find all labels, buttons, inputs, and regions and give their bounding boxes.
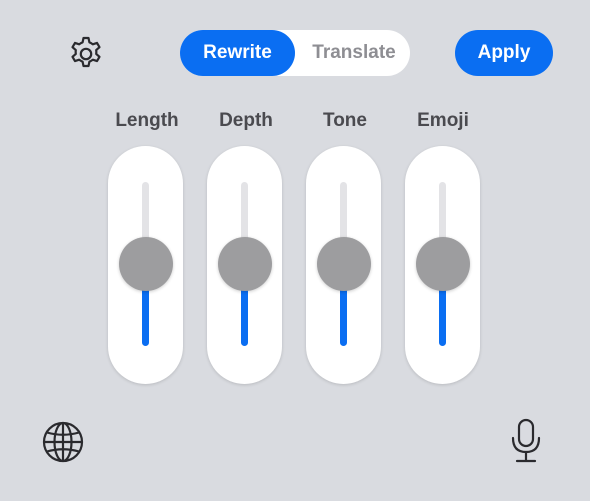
slider-label-depth: Depth	[219, 110, 273, 131]
apply-button[interactable]: Apply	[455, 30, 553, 76]
slider-label-length: Length	[115, 110, 179, 131]
language-button[interactable]	[41, 420, 85, 464]
slider-thumb[interactable]	[119, 237, 173, 291]
slider-length[interactable]	[108, 146, 183, 384]
slider-emoji[interactable]	[405, 146, 480, 384]
settings-button[interactable]	[66, 34, 106, 74]
mode-segmented-control: Rewrite Translate	[180, 30, 410, 76]
globe-icon	[42, 421, 84, 463]
slider-tone[interactable]	[306, 146, 381, 384]
slider-thumb[interactable]	[218, 237, 272, 291]
microphone-icon	[511, 418, 541, 463]
dictation-button[interactable]	[506, 418, 546, 464]
gear-icon	[71, 36, 101, 68]
slider-label-tone: Tone	[323, 110, 367, 131]
segment-rewrite[interactable]: Rewrite	[180, 30, 295, 76]
slider-label-emoji: Emoji	[417, 110, 469, 131]
slider-depth[interactable]	[207, 146, 282, 384]
slider-thumb[interactable]	[416, 237, 470, 291]
segment-translate[interactable]: Translate	[298, 30, 410, 76]
slider-thumb[interactable]	[317, 237, 371, 291]
